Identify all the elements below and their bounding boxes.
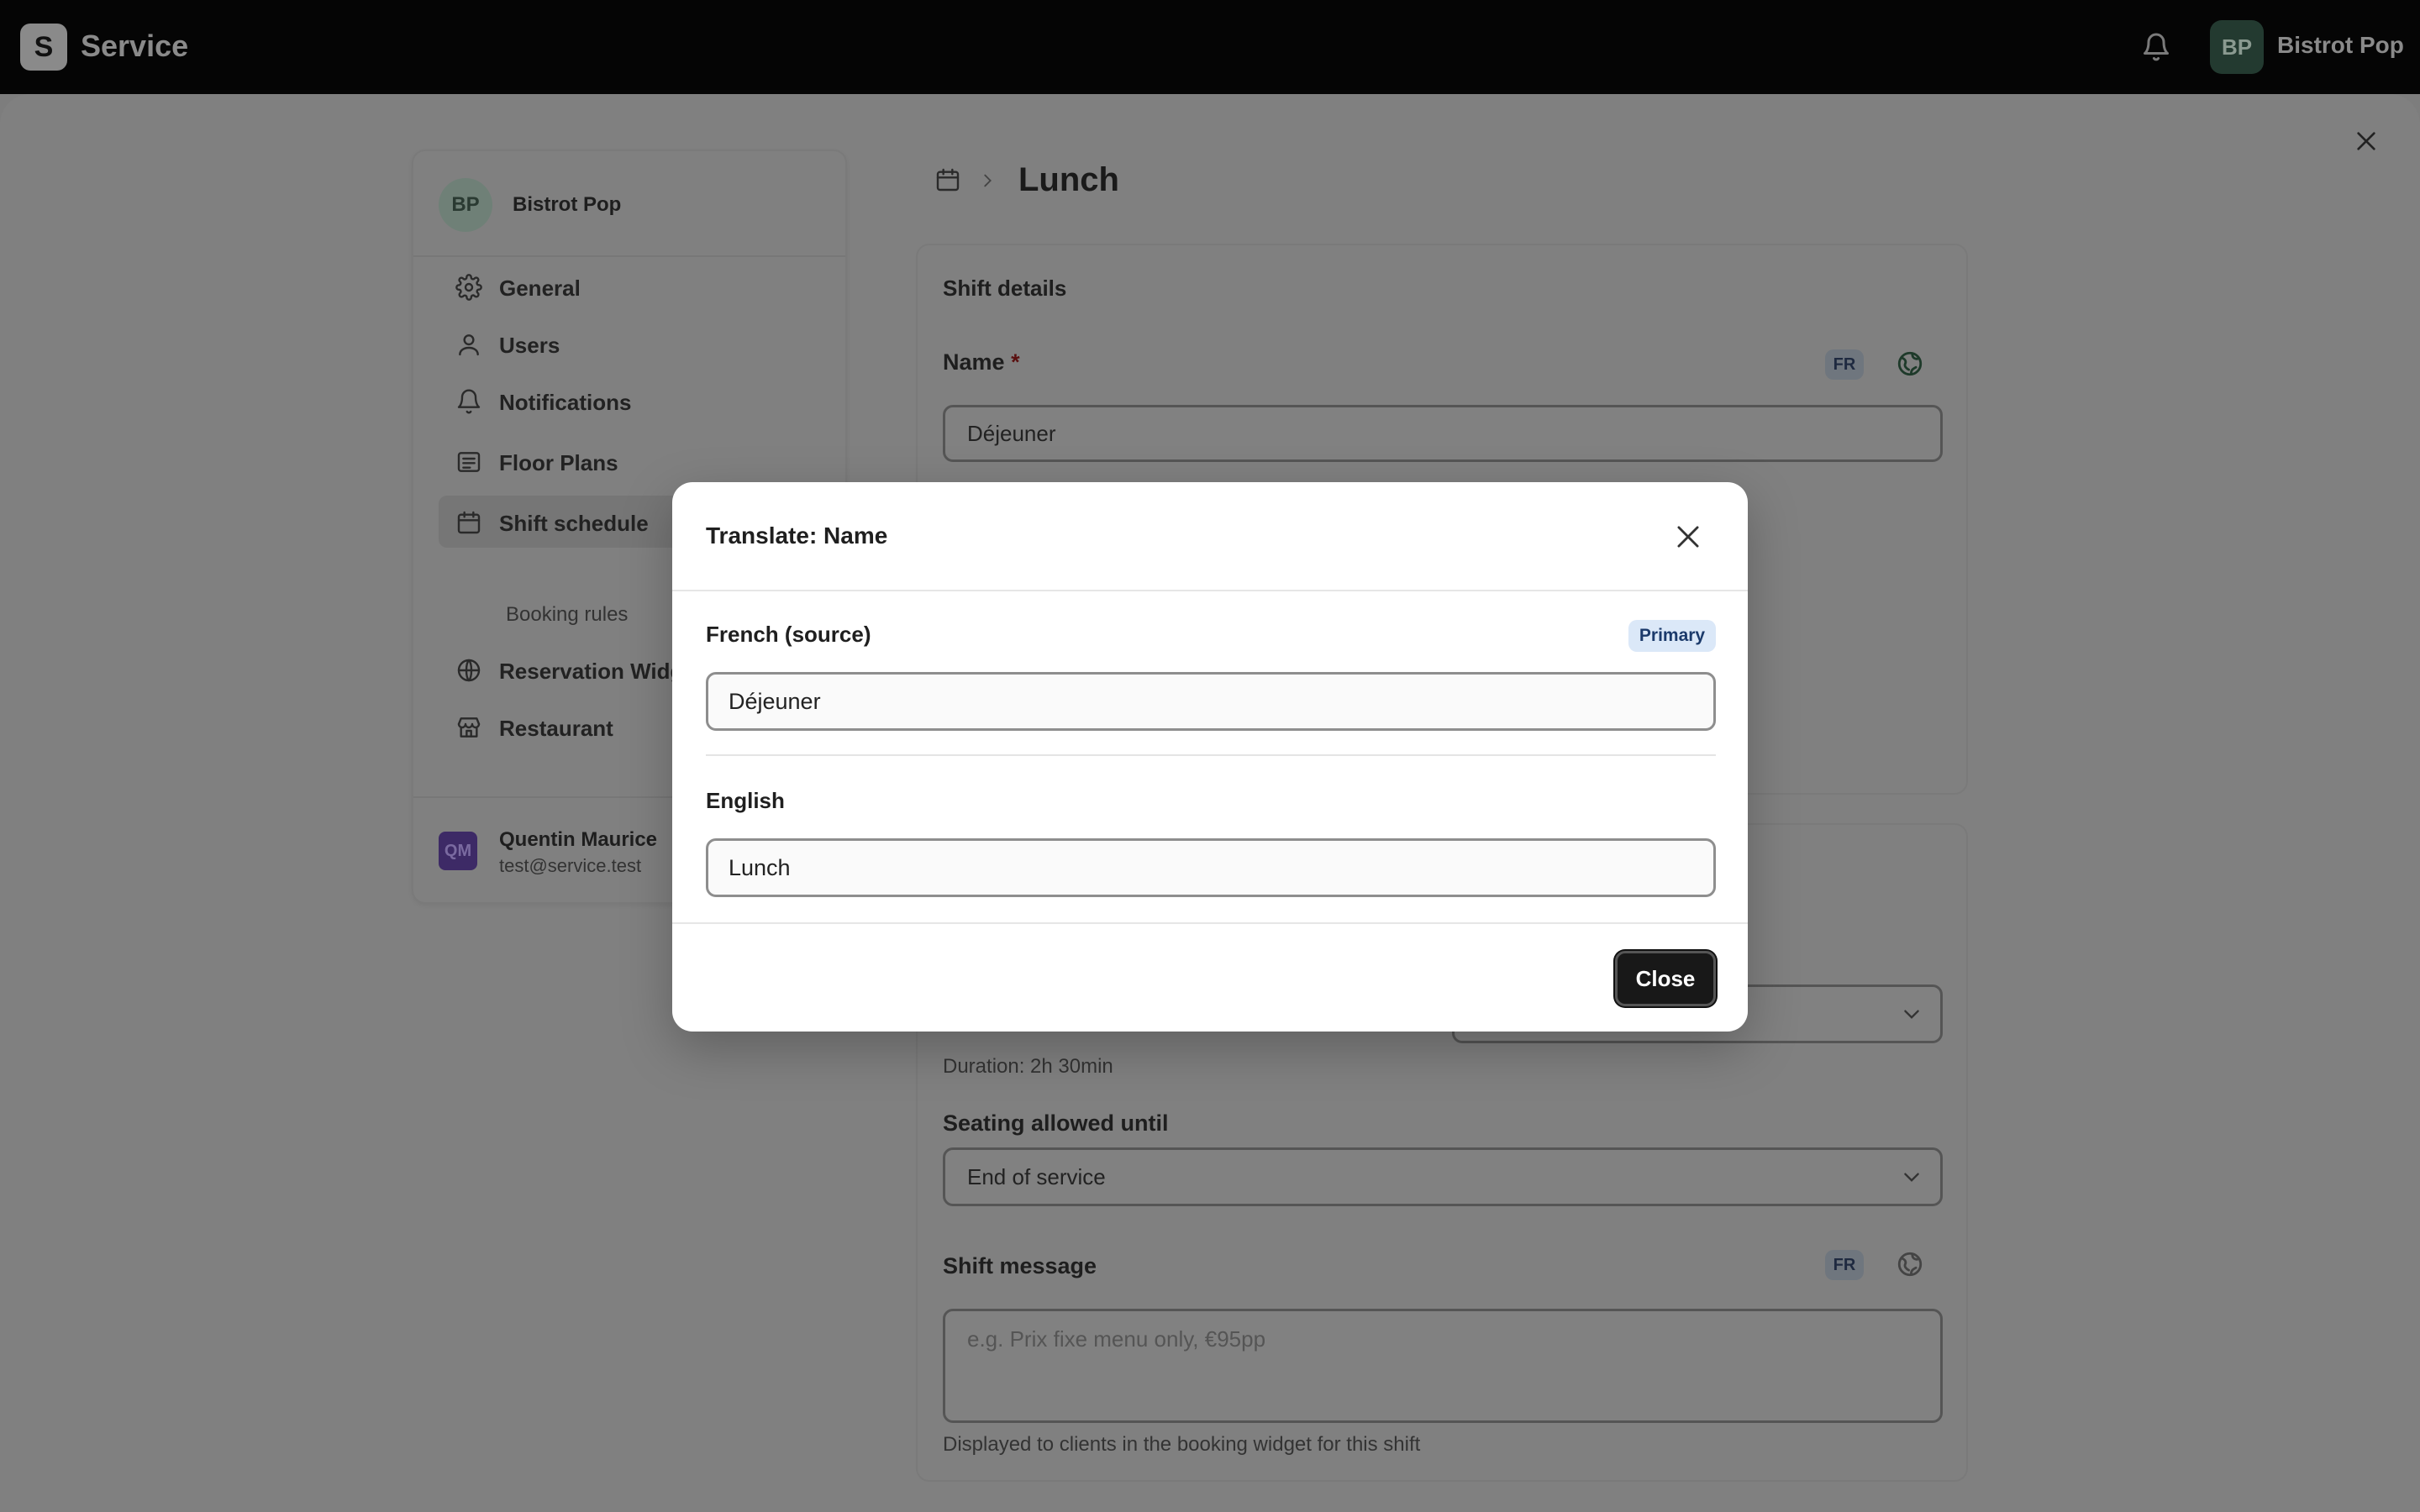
- name-label: Name *: [943, 349, 1020, 375]
- bell-icon: [457, 389, 481, 414]
- close-button[interactable]: Close: [1615, 951, 1716, 1006]
- sidebar-item-users[interactable]: Users: [439, 318, 825, 370]
- language-badge: FR: [1825, 349, 1864, 380]
- seating-select[interactable]: End of service: [943, 1147, 1943, 1206]
- shift-message-help: Displayed to clients in the booking widg…: [943, 1433, 1421, 1456]
- sidebar-item-label: Floor Plans: [499, 450, 618, 475]
- user-avatar[interactable]: BP: [2210, 20, 2264, 74]
- sidebar-subitem-booking-rules[interactable]: Booking rules: [506, 603, 628, 627]
- source-language-label: French (source): [706, 622, 871, 647]
- divider: [706, 754, 1716, 756]
- floor-plan-icon: [457, 452, 481, 472]
- primary-badge: Primary: [1628, 620, 1716, 652]
- sidebar-item-label: General: [499, 276, 581, 301]
- sidebar-item-general[interactable]: General: [439, 260, 825, 312]
- gear-icon: [455, 274, 482, 301]
- app-logo[interactable]: S: [20, 24, 67, 71]
- chevron-down-icon: [1904, 1173, 1919, 1182]
- globe-icon[interactable]: [1896, 349, 1924, 378]
- calendar-icon: [457, 511, 481, 534]
- name-label-text: Name: [943, 349, 1005, 375]
- required-mark: *: [1011, 349, 1020, 375]
- seating-label: Seating allowed until: [943, 1110, 1169, 1136]
- dialog-title: Translate: Name: [706, 522, 888, 549]
- close-icon[interactable]: [2353, 128, 2380, 155]
- account-email: test@service.test: [499, 855, 642, 876]
- org-name: Bistrot Pop: [513, 193, 622, 216]
- org-avatar: BP: [439, 178, 492, 232]
- user-icon: [459, 334, 479, 356]
- sidebar-item-label: Users: [499, 333, 560, 358]
- globe-icon: [457, 659, 481, 682]
- target-language-label: English: [706, 788, 785, 813]
- avatar: QM: [439, 832, 477, 870]
- duration-text: Duration: 2h 30min: [943, 1055, 1113, 1078]
- translate-dialog: Translate: Name French (source) Primary …: [672, 482, 1748, 1032]
- sidebar-item-floor-plans[interactable]: Floor Plans: [439, 435, 825, 487]
- globe-icon[interactable]: [1896, 1250, 1924, 1278]
- close-icon[interactable]: [1672, 521, 1704, 553]
- sidebar-item-notifications[interactable]: Notifications: [439, 375, 825, 427]
- source-translation-input[interactable]: [706, 672, 1716, 731]
- bell-icon[interactable]: [2141, 32, 2171, 62]
- section-title: Shift details: [943, 276, 1067, 301]
- sidebar-item-label: Shift schedule: [499, 511, 649, 536]
- dialog-header: Translate: Name: [672, 482, 1748, 591]
- page-title: Lunch: [1018, 161, 1119, 198]
- shift-message-textarea[interactable]: e.g. Prix fixe menu only, €95pp: [943, 1309, 1943, 1423]
- top-bar: S Service BP Bistrot Pop: [0, 0, 2420, 94]
- account-name: Quentin Maurice: [499, 828, 658, 851]
- chevron-down-icon: [1904, 1010, 1919, 1019]
- calendar-icon[interactable]: [934, 166, 961, 193]
- sidebar-item-label: Restaurant: [499, 716, 613, 741]
- store-icon: [457, 717, 481, 738]
- name-input[interactable]: Déjeuner: [943, 405, 1943, 462]
- english-translation-input[interactable]: [706, 838, 1716, 897]
- app-name: Service: [81, 29, 189, 63]
- user-name[interactable]: Bistrot Pop: [2277, 32, 2404, 59]
- chevron-right-icon: [984, 174, 992, 187]
- dialog-footer: [672, 922, 1748, 1032]
- language-badge: FR: [1825, 1250, 1864, 1280]
- sidebar-header: BP Bistrot Pop: [413, 151, 845, 257]
- shift-message-label: Shift message: [943, 1253, 1097, 1278]
- sidebar-item-label: Notifications: [499, 390, 632, 415]
